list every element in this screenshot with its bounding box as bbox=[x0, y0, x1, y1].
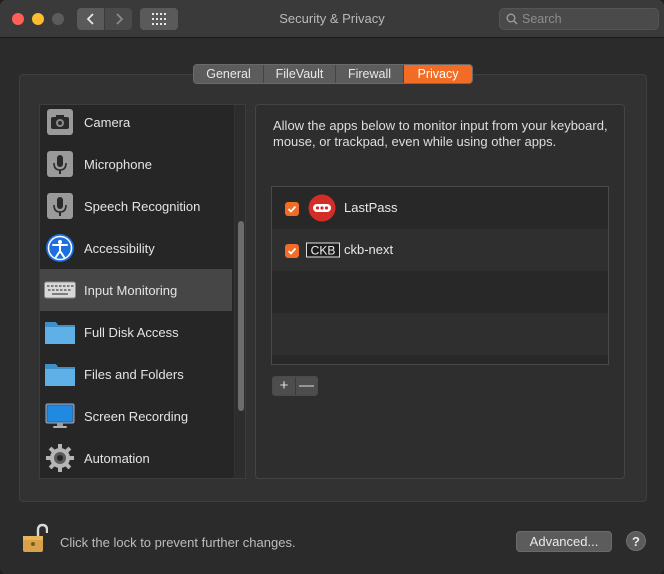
scrollbar-thumb[interactable] bbox=[238, 221, 244, 411]
checkmark-icon bbox=[287, 247, 297, 255]
tab-firewall[interactable]: Firewall bbox=[336, 65, 404, 83]
search-input[interactable] bbox=[522, 12, 652, 26]
folder-icon bbox=[44, 316, 76, 348]
list-item bbox=[272, 313, 608, 355]
list-item bbox=[272, 355, 608, 364]
sidebar-item-screen-recording[interactable]: Screen Recording bbox=[40, 395, 232, 437]
search-icon bbox=[506, 13, 518, 25]
sidebar-item-camera[interactable]: Camera bbox=[40, 105, 232, 143]
sidebar-item-label: Accessibility bbox=[84, 240, 155, 256]
tab-privacy[interactable]: Privacy bbox=[404, 65, 472, 83]
app-list[interactable]: LastPass CKB ckb-next bbox=[271, 186, 609, 365]
sidebar-item-label: Screen Recording bbox=[84, 408, 189, 424]
app-name: ckb-next bbox=[344, 242, 394, 257]
sidebar-item-label: Microphone bbox=[84, 156, 152, 172]
sidebar-item-accessibility[interactable]: Accessibility bbox=[40, 227, 232, 269]
tab-general[interactable]: General bbox=[194, 65, 264, 83]
sidebar-item-label: Automation bbox=[84, 450, 150, 466]
sidebar-item-input-monitoring[interactable]: Input Monitoring bbox=[40, 269, 232, 311]
keyboard-icon bbox=[44, 274, 76, 306]
list-item bbox=[272, 271, 608, 313]
add-remove-control: + — bbox=[272, 376, 318, 396]
camera-icon bbox=[44, 106, 76, 138]
preferences-window: Security & Privacy General FileVault Fir… bbox=[0, 0, 664, 574]
display-icon bbox=[44, 400, 76, 432]
microphone-icon bbox=[44, 148, 76, 180]
sidebar-item-label: Input Monitoring bbox=[84, 282, 178, 298]
sidebar-item-label: Speech Recognition bbox=[84, 198, 201, 214]
gear-icon bbox=[44, 442, 76, 474]
category-scrollbar[interactable] bbox=[234, 105, 245, 478]
tab-filevault[interactable]: FileVault bbox=[264, 65, 336, 83]
list-item[interactable]: CKB ckb-next bbox=[272, 229, 608, 271]
list-item[interactable]: LastPass bbox=[272, 187, 608, 229]
sidebar-item-microphone[interactable]: Microphone bbox=[40, 143, 232, 185]
privacy-description: Allow the apps below to monitor input fr… bbox=[273, 118, 608, 149]
sidebar-item-speech-recognition[interactable]: Speech Recognition bbox=[40, 185, 232, 227]
ckb-icon-text: CKB bbox=[311, 244, 336, 258]
sidebar-item-full-disk-access[interactable]: Full Disk Access bbox=[40, 311, 232, 353]
app-checkbox[interactable] bbox=[285, 202, 299, 216]
sidebar-item-automation[interactable]: Automation bbox=[40, 437, 232, 478]
folder-icon bbox=[44, 358, 76, 390]
sidebar-item-label: Camera bbox=[84, 114, 131, 130]
tab-bar: General FileVault Firewall Privacy bbox=[193, 64, 473, 84]
lock-status-text: Click the lock to prevent further change… bbox=[60, 535, 296, 550]
titlebar: Security & Privacy bbox=[0, 0, 664, 38]
app-checkbox[interactable] bbox=[285, 244, 299, 258]
checkmark-icon bbox=[287, 205, 297, 213]
sidebar-item-label: Full Disk Access bbox=[84, 324, 179, 340]
speech-recognition-icon bbox=[44, 190, 76, 222]
app-name: LastPass bbox=[344, 200, 398, 215]
sidebar-item-files-and-folders[interactable]: Files and Folders bbox=[40, 353, 232, 395]
advanced-button[interactable]: Advanced... bbox=[516, 531, 612, 552]
sidebar-item-label: Files and Folders bbox=[84, 366, 184, 382]
lastpass-icon bbox=[308, 194, 336, 222]
search-box[interactable] bbox=[499, 8, 659, 30]
add-app-button[interactable]: + bbox=[273, 377, 295, 395]
accessibility-icon bbox=[44, 232, 76, 264]
unlocked-lock-icon[interactable] bbox=[22, 522, 48, 554]
ckb-icon: CKB bbox=[306, 242, 340, 258]
privacy-category-list[interactable]: Camera Microphone Speech Recognition Acc… bbox=[39, 104, 246, 479]
help-button[interactable]: ? bbox=[626, 531, 646, 551]
remove-app-button[interactable]: — bbox=[294, 377, 317, 395]
